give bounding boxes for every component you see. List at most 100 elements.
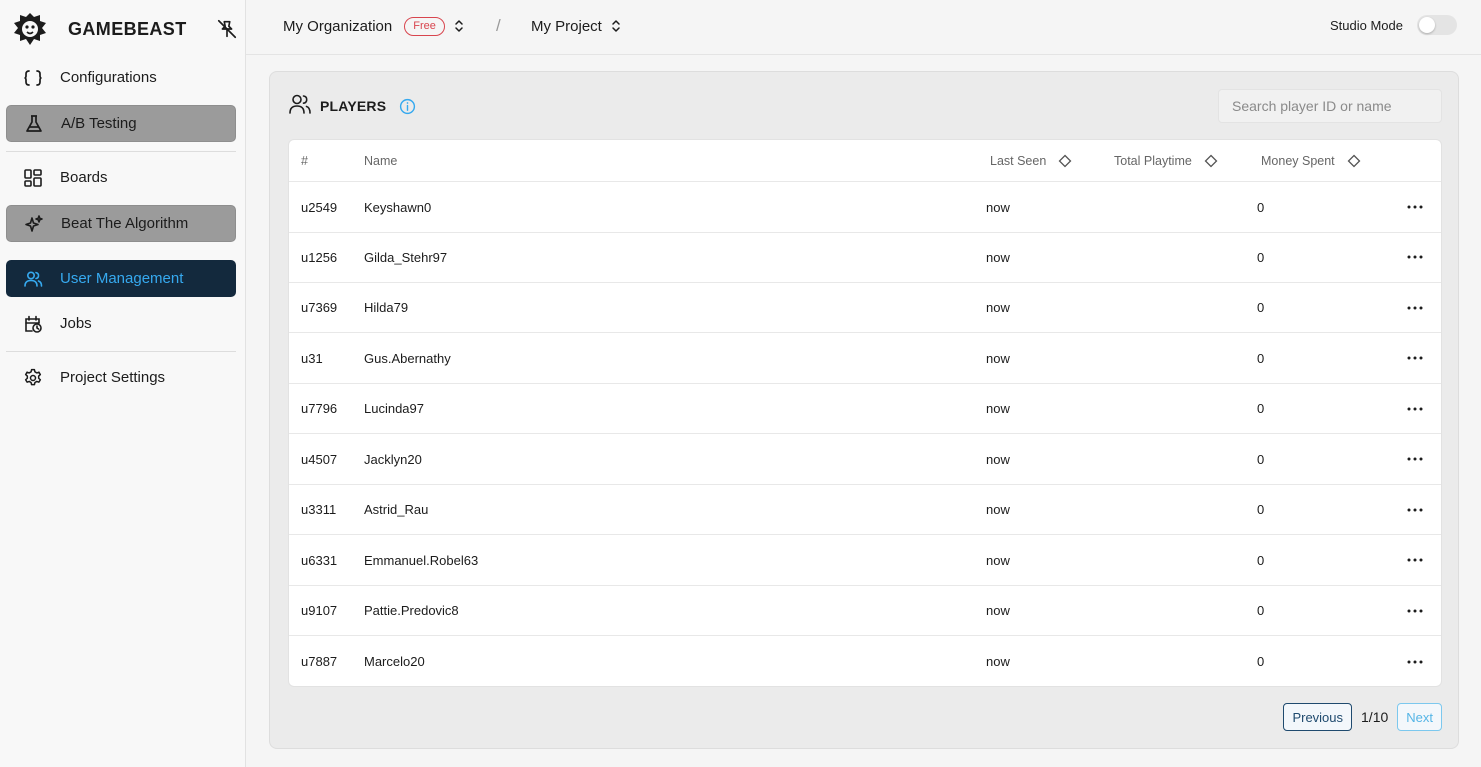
player-money-spent: 0	[1257, 552, 1265, 568]
column-header-last-seen[interactable]: Last Seen	[990, 140, 1072, 181]
player-last-seen: now	[986, 654, 1010, 669]
table-row[interactable]: u31 Gus.Abernathy now 0	[289, 333, 1441, 384]
player-last-seen: now	[986, 300, 1010, 315]
more-options-icon[interactable]	[1395, 182, 1435, 232]
player-money-spent: 0	[1257, 249, 1265, 265]
studio-mode-label: Studio Mode	[1330, 17, 1403, 33]
toggle-knob	[1419, 17, 1435, 33]
sidebar-item-configurations[interactable]: Configurations	[6, 59, 236, 96]
sidebar-item-project-settings[interactable]: Project Settings	[6, 359, 236, 396]
table-row[interactable]: u9107 Pattie.Predovic8 now 0	[289, 586, 1441, 636]
more-options-icon[interactable]	[1395, 232, 1435, 282]
unpin-icon[interactable]	[214, 16, 240, 42]
previous-button[interactable]: Previous	[1283, 703, 1353, 731]
chevron-updown-icon	[454, 19, 464, 33]
player-last-seen: now	[986, 350, 1010, 366]
brand-name: GAMEBEAST	[68, 18, 187, 39]
organization-name: My Organization	[283, 17, 393, 35]
player-id: u4507	[301, 451, 338, 467]
player-money-spent: 0	[1257, 350, 1265, 366]
more-options-icon[interactable]	[1395, 434, 1435, 484]
table-row[interactable]: u1256 Gilda_Stehr97 now 0	[289, 232, 1441, 283]
table-row[interactable]: u2549 Keyshawn0 now 0	[289, 182, 1441, 233]
players-title: PLAYERS	[320, 98, 387, 114]
player-name: Gus.Abernathy	[364, 350, 451, 366]
search-input[interactable]	[1218, 89, 1442, 123]
player-id: u9107	[301, 603, 338, 618]
player-money-spent: 0	[1257, 451, 1265, 467]
player-money-spent: 0	[1257, 603, 1265, 618]
more-options-icon[interactable]	[1395, 485, 1435, 534]
dashboard-icon	[6, 168, 58, 188]
studio-mode: Studio Mode	[1330, 15, 1457, 35]
column-header-id: #	[301, 153, 308, 168]
player-last-seen: now	[986, 401, 1010, 416]
player-name: Hilda79	[364, 300, 409, 315]
player-id: u7796	[301, 401, 338, 416]
users-icon	[6, 269, 58, 289]
info-icon[interactable]	[399, 98, 416, 115]
sidebar-item-beat-the-algorithm[interactable]: Beat The Algorithm	[6, 205, 236, 242]
more-options-icon[interactable]	[1395, 535, 1435, 585]
sidebar-item-jobs[interactable]: Jobs	[6, 305, 236, 342]
sidebar-item-user-management[interactable]: User Management	[6, 260, 236, 297]
sidebar-item-ab-testing[interactable]: A/B Testing	[6, 105, 236, 142]
player-name: Pattie.Predovic8	[364, 603, 459, 618]
sidebar-item-label: Boards	[60, 169, 108, 186]
player-id: u7369	[301, 300, 338, 315]
sidebar-divider	[6, 351, 236, 352]
player-last-seen: now	[986, 249, 1010, 265]
players-header: PLAYERS	[288, 94, 416, 118]
player-name: Marcelo20	[364, 654, 425, 669]
player-last-seen: now	[986, 552, 1010, 568]
table-row[interactable]: u7796 Lucinda97 now 0	[289, 384, 1441, 434]
table-row[interactable]: u7887 Marcelo20 now 0	[289, 636, 1441, 686]
player-name: Emmanuel.Robel63	[364, 552, 479, 568]
more-options-icon[interactable]	[1395, 333, 1435, 383]
player-id: u31	[301, 350, 323, 366]
sidebar-item-label: Beat The Algorithm	[61, 215, 189, 232]
column-header-money-spent[interactable]: Money Spent	[1261, 140, 1361, 181]
player-name: Astrid_Rau	[364, 502, 429, 517]
studio-mode-toggle[interactable]	[1417, 15, 1457, 35]
table-row[interactable]: u7369 Hilda79 now 0	[289, 283, 1441, 333]
column-header-total-playtime[interactable]: Total Playtime	[1114, 140, 1218, 181]
project-selector[interactable]: My Project	[531, 0, 621, 52]
player-money-spent: 0	[1257, 300, 1265, 315]
sidebar-divider	[6, 151, 236, 152]
player-id: u6331	[301, 552, 338, 568]
table-header: # Name Last Seen Total Playtime Money Sp…	[289, 140, 1441, 182]
player-name: Lucinda97	[364, 401, 424, 416]
next-button[interactable]: Next	[1397, 703, 1442, 731]
player-last-seen: now	[986, 502, 1010, 517]
sort-icon[interactable]	[1204, 154, 1218, 168]
sidebar-item-label: A/B Testing	[61, 115, 137, 132]
topbar: My Organization Free / My Project Studio…	[246, 0, 1481, 55]
users-icon	[288, 92, 312, 121]
more-options-icon[interactable]	[1395, 384, 1435, 433]
table-row[interactable]: u3311 Astrid_Rau now 0	[289, 485, 1441, 535]
table-row[interactable]: u6331 Emmanuel.Robel63 now 0	[289, 535, 1441, 586]
sort-icon[interactable]	[1058, 154, 1072, 168]
chevron-updown-icon	[611, 19, 621, 33]
player-last-seen: now	[986, 603, 1010, 618]
plan-badge: Free	[404, 16, 445, 36]
sidebar-item-boards[interactable]: Boards	[6, 159, 236, 196]
players-panel: PLAYERS # Name Last Seen Total Playtime …	[269, 71, 1459, 749]
column-label: Money Spent	[1261, 153, 1335, 168]
player-last-seen: now	[986, 199, 1010, 215]
player-last-seen: now	[986, 451, 1010, 467]
more-options-icon[interactable]	[1395, 283, 1435, 332]
player-id: u2549	[301, 199, 338, 215]
more-options-icon[interactable]	[1395, 636, 1435, 686]
sparkles-icon	[7, 214, 59, 234]
flask-icon	[7, 114, 59, 134]
gear-icon	[6, 368, 58, 388]
calendar-clock-icon	[6, 314, 58, 334]
player-money-spent: 0	[1257, 401, 1265, 416]
organization-selector[interactable]: My Organization Free	[283, 0, 464, 52]
sort-icon[interactable]	[1347, 154, 1361, 168]
lion-icon[interactable]	[12, 11, 48, 47]
more-options-icon[interactable]	[1395, 586, 1435, 635]
table-row[interactable]: u4507 Jacklyn20 now 0	[289, 434, 1441, 485]
